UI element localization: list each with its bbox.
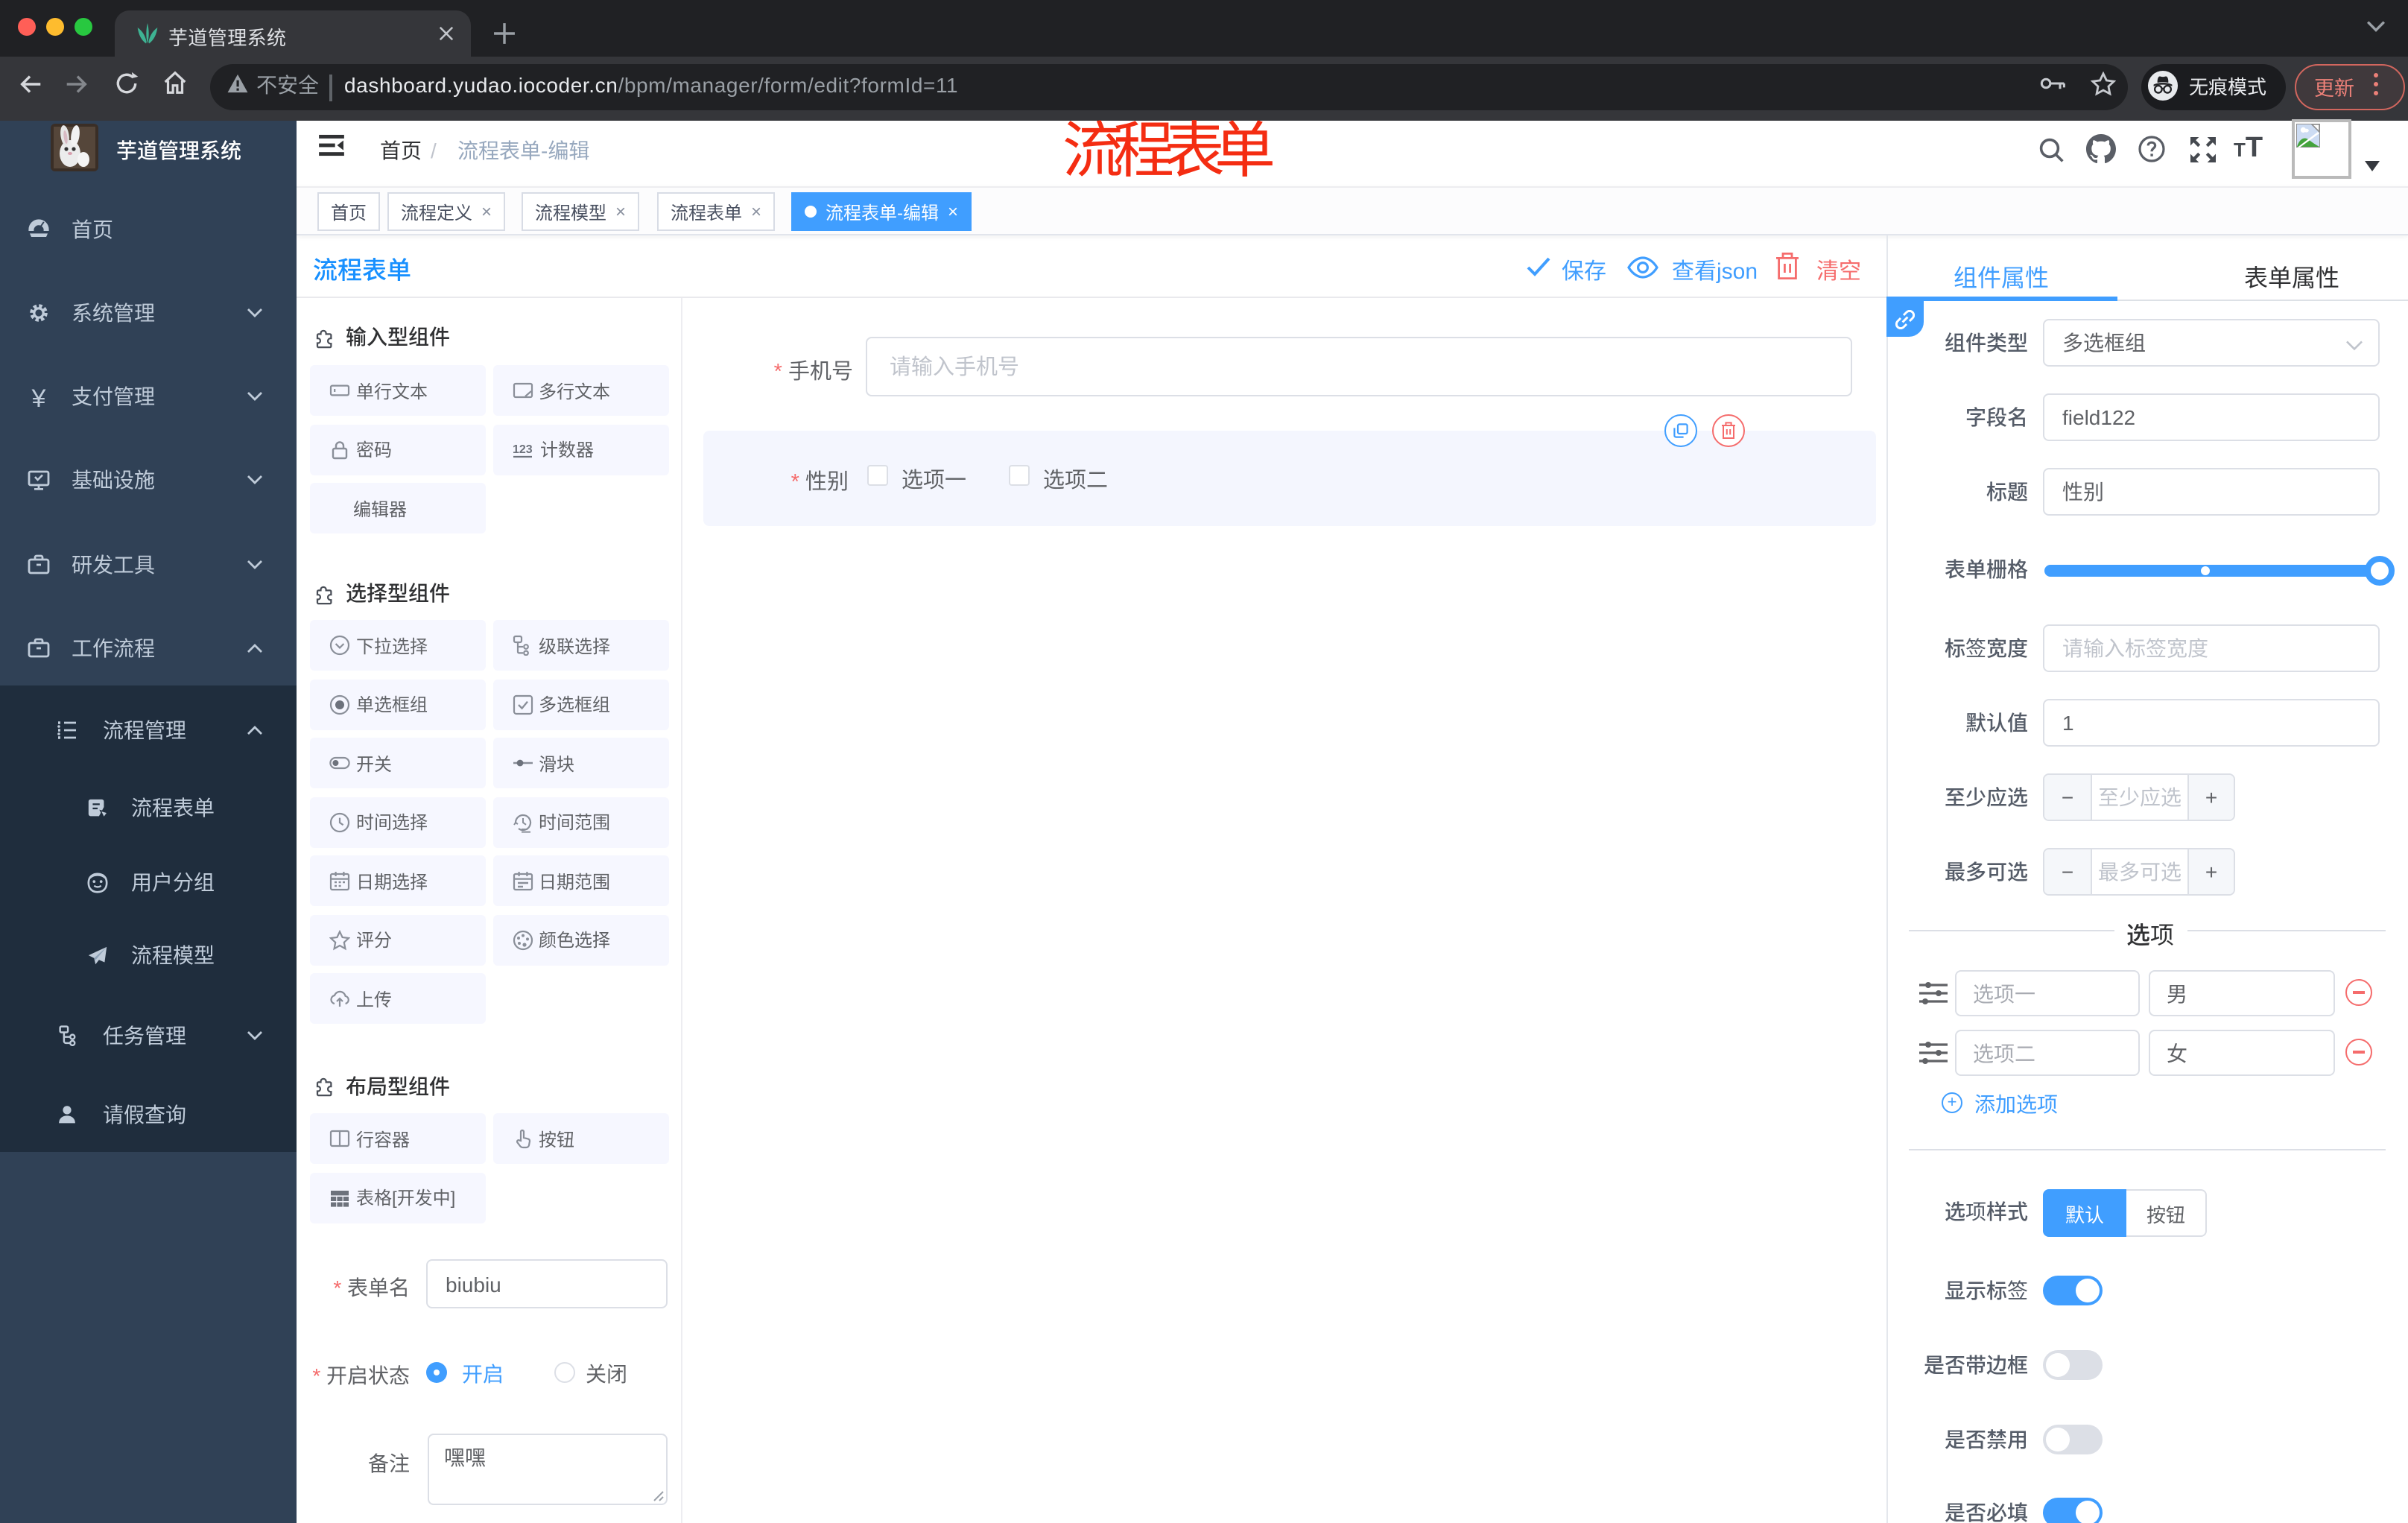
svg-text:123: 123 bbox=[512, 443, 532, 455]
